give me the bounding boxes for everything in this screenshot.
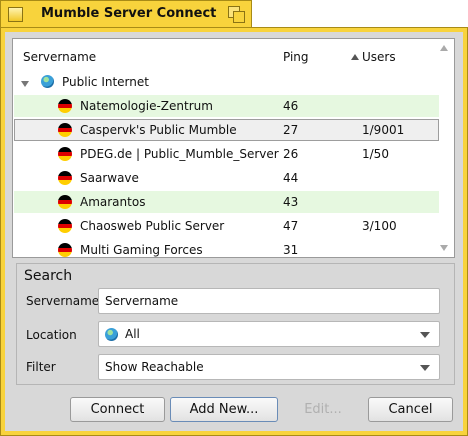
server-name: Saarwave	[80, 171, 139, 185]
server-row[interactable]: Caspervk's Public Mumble 27 1/9001	[14, 119, 439, 141]
server-name: PDEG.de | Public_Mumble_Server	[80, 147, 279, 161]
server-name: Amarantos	[80, 195, 146, 209]
server-ping: 46	[283, 99, 299, 113]
flag-germany-icon	[58, 171, 72, 185]
scroll-down-icon[interactable]	[440, 245, 448, 251]
scroll-up-icon[interactable]	[440, 45, 448, 51]
filter-select-value: Show Reachable	[105, 360, 204, 374]
server-users: 3/100	[362, 219, 397, 233]
server-row[interactable]: Natemologie-Zentrum 46	[14, 95, 439, 117]
server-row[interactable]: Saarwave 44	[14, 167, 439, 189]
cancel-button[interactable]: Cancel	[368, 397, 453, 422]
flag-germany-icon	[58, 195, 72, 209]
server-ping: 44	[283, 171, 299, 185]
sort-ascending-icon	[351, 54, 359, 60]
servername-label: Servername	[26, 294, 100, 308]
server-ping: 27	[283, 123, 299, 137]
column-header-users[interactable]: Users	[362, 50, 396, 64]
close-icon[interactable]	[8, 7, 23, 22]
column-header-servername[interactable]: Servername	[23, 50, 96, 64]
server-name: Multi Gaming Forces	[80, 243, 203, 257]
connect-button[interactable]: Connect	[70, 397, 165, 422]
search-heading: Search	[24, 268, 73, 284]
servername-input-value: Servername	[105, 294, 179, 308]
server-ping: 43	[283, 195, 299, 209]
servername-input[interactable]: Servername	[98, 288, 440, 314]
globe-icon	[41, 75, 54, 88]
flag-germany-icon	[58, 219, 72, 233]
server-users: 1/9001	[362, 123, 405, 137]
window-title-tab[interactable]: Mumble Server Connect	[0, 0, 252, 28]
location-select-value: All	[125, 327, 140, 341]
server-ping: 26	[283, 147, 299, 161]
chevron-down-icon	[420, 332, 430, 338]
group-label[interactable]: Public Internet	[62, 75, 149, 89]
globe-icon	[105, 328, 118, 341]
zoom-icon[interactable]	[228, 6, 245, 23]
flag-germany-icon	[58, 99, 72, 113]
server-ping: 47	[283, 219, 299, 233]
server-name: Natemologie-Zentrum	[80, 99, 213, 113]
server-row[interactable]: PDEG.de | Public_Mumble_Server 26 1/50	[14, 143, 439, 165]
filter-select[interactable]: Show Reachable	[98, 354, 440, 380]
flag-germany-icon	[58, 243, 72, 257]
server-ping: 31	[283, 243, 299, 257]
filter-label: Filter	[26, 360, 56, 374]
expand-collapse-icon[interactable]	[21, 81, 29, 87]
chevron-down-icon	[420, 365, 430, 371]
server-list[interactable]: Servername Ping Users Public Internet Na…	[12, 38, 455, 258]
window-title: Mumble Server Connect	[41, 6, 217, 21]
server-row[interactable]: Chaosweb Public Server 47 3/100	[14, 215, 439, 237]
add-new-button[interactable]: Add New...	[170, 397, 278, 422]
column-header-ping[interactable]: Ping	[283, 50, 309, 64]
edit-button: Edit...	[304, 402, 342, 417]
location-select[interactable]: All	[98, 321, 440, 347]
server-name: Caspervk's Public Mumble	[80, 123, 237, 137]
location-label: Location	[26, 328, 77, 342]
server-users: 1/50	[362, 147, 389, 161]
server-row[interactable]: Multi Gaming Forces 31	[14, 239, 439, 261]
server-name: Chaosweb Public Server	[80, 219, 225, 233]
server-row[interactable]: Amarantos 43	[14, 191, 439, 213]
flag-germany-icon	[58, 123, 72, 137]
flag-germany-icon	[58, 147, 72, 161]
